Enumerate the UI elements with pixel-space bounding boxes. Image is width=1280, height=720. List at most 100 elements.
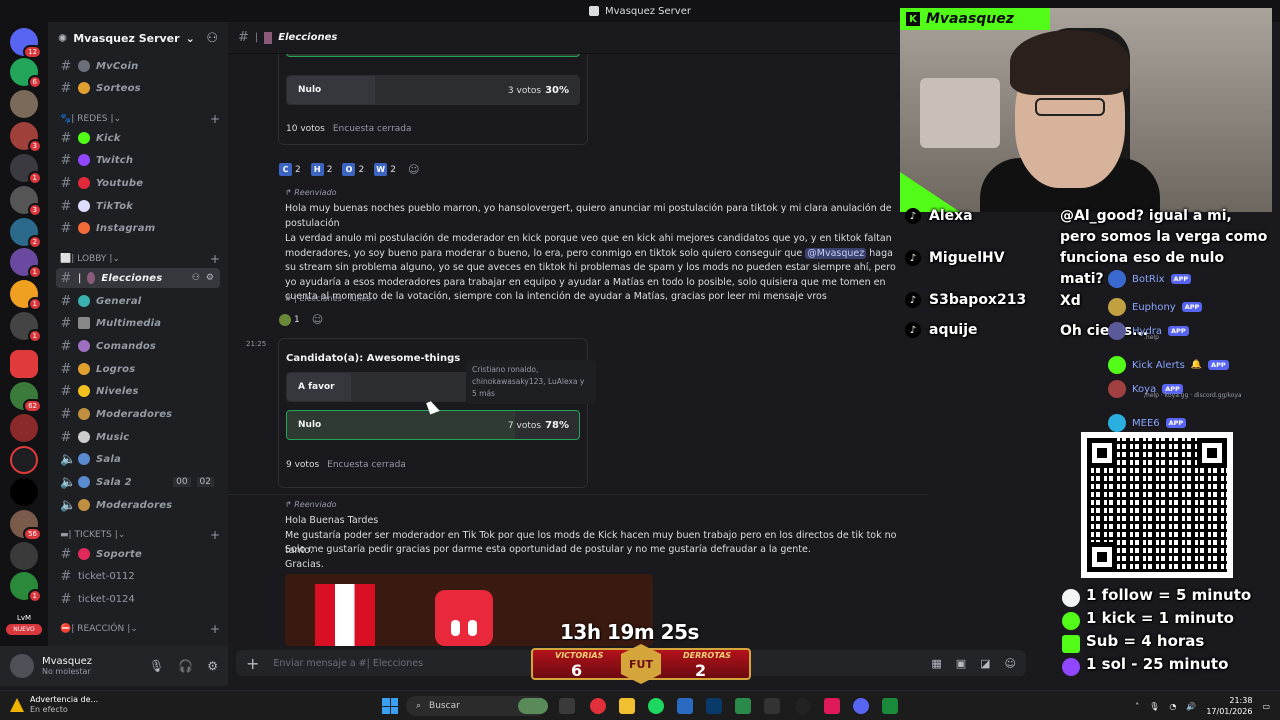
- microphone-icon[interactable]: 🎙: [1149, 702, 1159, 711]
- channel-ticket-0124[interactable]: # ticket-0124: [56, 589, 220, 609]
- start-button[interactable]: [382, 698, 398, 714]
- reaction-chip[interactable]: H2: [310, 163, 332, 176]
- reaction-chip[interactable]: W2: [374, 163, 396, 176]
- channel-music[interactable]: # Music: [56, 427, 220, 447]
- channel-sorteos[interactable]: # Sorteos: [56, 78, 220, 98]
- server-header[interactable]: ✺ Mvasquez Server ⌄ ⚇: [48, 22, 228, 54]
- terminal-icon[interactable]: [764, 698, 780, 714]
- member-item[interactable]: Koya APP/help · koya.gg · discord.gg/koya: [1108, 378, 1278, 400]
- obs-icon[interactable]: [795, 698, 811, 714]
- discord-icon[interactable]: [853, 698, 869, 714]
- category-tickets[interactable]: ▬| TICKETS |⌄ +: [60, 528, 220, 542]
- channel-instagram[interactable]: # Instagram: [56, 218, 220, 238]
- member-item[interactable]: BotRix APP: [1108, 268, 1278, 290]
- avatar[interactable]: [10, 654, 34, 678]
- channel-twitch[interactable]: # Twitch: [56, 150, 220, 170]
- add-channel-icon[interactable]: +: [210, 112, 220, 126]
- voice-channel-sala[interactable]: 🔈 Sala: [56, 449, 220, 469]
- channel-mvcoin[interactable]: # MvCoin: [56, 56, 220, 76]
- gear-icon[interactable]: ⚙: [206, 273, 214, 283]
- app-icon[interactable]: [735, 698, 751, 714]
- add-reaction-icon[interactable]: ☺: [408, 163, 419, 176]
- member-item[interactable]: MEE6 APP: [1108, 412, 1278, 434]
- app-icon[interactable]: [706, 698, 722, 714]
- server-icon[interactable]: 1: [10, 248, 42, 279]
- channel-kick[interactable]: # Kick: [56, 128, 220, 148]
- add-member-icon[interactable]: ⚇: [206, 31, 218, 46]
- server-icon[interactable]: [10, 542, 38, 570]
- server-icon[interactable]: [10, 446, 38, 474]
- plus-icon[interactable]: +: [246, 654, 259, 673]
- server-icon[interactable]: 62: [10, 382, 42, 413]
- category-lobby[interactable]: ⬜| LOBBY |⌄ +: [60, 252, 220, 266]
- server-icon[interactable]: 1: [10, 312, 42, 343]
- server-icon[interactable]: 6: [10, 58, 42, 89]
- network-icon[interactable]: ◔: [1169, 702, 1176, 711]
- opera-icon[interactable]: [590, 698, 606, 714]
- tiktok-chat-user: ♪ S3bapox213: [905, 292, 1026, 308]
- voice-channel-moderadores[interactable]: 🔈 Moderadores: [56, 495, 220, 515]
- server-icon[interactable]: 1: [10, 154, 42, 185]
- category-reaccion[interactable]: ⛔| REACCIÓN |⌄ +: [60, 622, 220, 636]
- channel-general[interactable]: # General: [56, 291, 220, 311]
- reaction-chip[interactable]: C2: [279, 163, 301, 176]
- add-channel-icon[interactable]: +: [210, 528, 220, 542]
- channel-logros[interactable]: # Logros: [56, 359, 220, 379]
- voice-channel-sala2[interactable]: 🔈 Sala 2 00 02: [56, 472, 220, 492]
- gif-icon[interactable]: ▣: [956, 657, 966, 670]
- server-icon[interactable]: 1: [10, 572, 42, 603]
- mascot-image: [435, 590, 493, 646]
- channel-niveles[interactable]: # Niveles: [56, 381, 220, 401]
- emoji-icon[interactable]: ☺: [1005, 657, 1016, 670]
- reaction-chip[interactable]: 1: [279, 313, 300, 326]
- server-icon[interactable]: [10, 414, 38, 442]
- channel-elecciones[interactable]: # | Elecciones ⚇ ⚙: [56, 268, 220, 288]
- gift-icon[interactable]: ▦: [931, 657, 941, 670]
- chevron-up-icon[interactable]: ˄: [1135, 702, 1139, 711]
- clock[interactable]: 21:38 17/01/2026: [1206, 695, 1252, 717]
- invite-icon[interactable]: ⚇: [192, 273, 200, 283]
- member-item[interactable]: Kick Alerts 🔔 APP: [1108, 354, 1278, 376]
- headphones-icon[interactable]: 🎧: [178, 659, 193, 673]
- user-mention[interactable]: @Mvasquez: [805, 247, 867, 259]
- notification-icon[interactable]: ▭: [1262, 702, 1270, 711]
- forward-source-link[interactable]: # | Elecciones · lunes ›: [285, 294, 377, 303]
- member-item[interactable]: Hydra APP .help: [1108, 320, 1278, 342]
- gear-icon[interactable]: ⚙: [207, 659, 218, 673]
- reaction-chip[interactable]: O2: [342, 163, 364, 176]
- composer-placeholder: Enviar mensaje a #| Elecciones: [273, 657, 424, 669]
- server-icon[interactable]: 3: [10, 186, 42, 217]
- channel-tiktok[interactable]: # TikTok: [56, 196, 220, 216]
- channel-moderadores[interactable]: # Moderadores: [56, 404, 220, 424]
- channel-youtube[interactable]: # Youtube: [56, 173, 220, 193]
- direct-messages-icon[interactable]: 12: [10, 28, 42, 59]
- task-view-icon[interactable]: [559, 698, 575, 714]
- category-redes[interactable]: 🐾| REDES |⌄ +: [60, 112, 220, 126]
- spotify-icon[interactable]: [648, 698, 664, 714]
- add-reaction-icon[interactable]: ☺: [312, 313, 323, 326]
- weather-widget[interactable]: Advertencia de... En efecto: [10, 695, 98, 715]
- add-channel-icon[interactable]: +: [210, 252, 220, 266]
- channel-soporte[interactable]: # Soporte: [56, 544, 220, 564]
- excel-icon[interactable]: [882, 698, 898, 714]
- widget-icon[interactable]: [518, 698, 548, 714]
- server-icon[interactable]: [10, 90, 38, 118]
- member-item[interactable]: Euphony APP: [1108, 296, 1278, 318]
- server-icon[interactable]: 1: [10, 280, 42, 311]
- channel-multimedia[interactable]: # Multimedia: [56, 313, 220, 333]
- sticker-icon[interactable]: ◪: [980, 657, 990, 670]
- add-channel-icon[interactable]: +: [210, 622, 220, 636]
- server-icon[interactable]: 2: [10, 218, 42, 249]
- file-explorer-icon[interactable]: [619, 698, 635, 714]
- channel-ticket-0112[interactable]: # ticket-0112: [56, 566, 220, 586]
- server-icon[interactable]: 3: [10, 122, 42, 153]
- microphone-icon[interactable]: 🎙: [149, 659, 164, 673]
- tiktok-live-icon[interactable]: [824, 698, 840, 714]
- volume-icon[interactable]: 🔊: [1186, 702, 1196, 711]
- server-icon[interactable]: [10, 350, 38, 378]
- channel-comandos[interactable]: # Comandos: [56, 336, 220, 356]
- hash-icon: #: [60, 383, 72, 399]
- server-icon[interactable]: 56: [10, 510, 42, 541]
- server-icon[interactable]: [10, 478, 38, 506]
- app-icon[interactable]: [677, 698, 693, 714]
